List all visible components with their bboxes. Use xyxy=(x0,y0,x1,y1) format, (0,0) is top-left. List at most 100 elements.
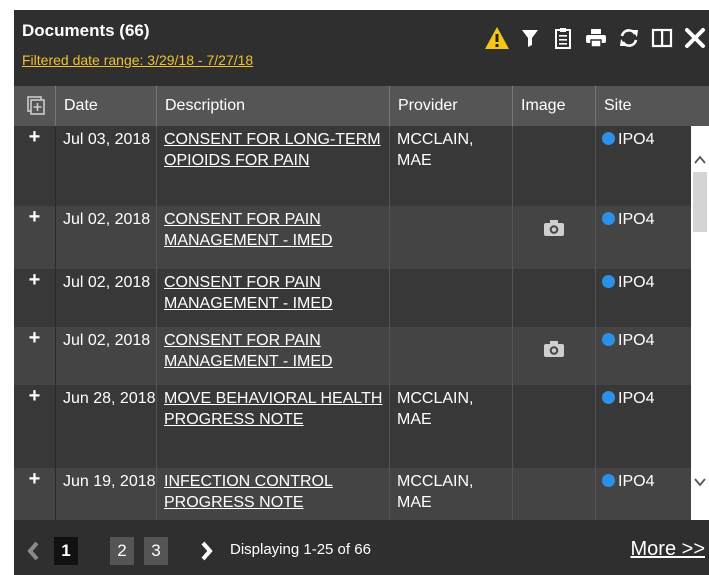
pagination-footer: 1 2 3 Displaying 1-25 of 66 More >> xyxy=(14,520,709,575)
scroll-up-icon[interactable] xyxy=(694,154,706,166)
image-cell xyxy=(513,385,596,468)
description-link[interactable]: CONSENT FOR LONG-TERM OPIOIDS FOR PAIN xyxy=(164,131,381,169)
column-header-site[interactable]: Site xyxy=(596,86,709,126)
table-row[interactable]: + Jun 28, 2018 MOVE BEHAVIORAL HEALTH PR… xyxy=(14,385,691,468)
site-cell: IPO4 xyxy=(596,206,691,269)
site-cell: IPO4 xyxy=(596,126,691,206)
filtered-date-range-link[interactable]: Filtered date range: 3/29/18 - 7/27/18 xyxy=(22,52,253,68)
date-text: Jun 28, 2018 xyxy=(63,390,156,407)
table-row[interactable]: + Jul 03, 2018 CONSENT FOR LONG-TERM OPI… xyxy=(14,126,691,206)
site-status-dot xyxy=(602,132,615,145)
documents-panel: Documents (66) Filtered date range: 3/29… xyxy=(14,10,709,575)
column-header-date[interactable]: Date xyxy=(56,86,157,126)
date-text: Jul 02, 2018 xyxy=(63,332,151,349)
provider-cell: MCCLAIN, MAE xyxy=(390,468,513,520)
image-cell xyxy=(513,126,596,206)
table-row[interactable]: + Jun 19, 2018 INFECTION CONTROL PROGRES… xyxy=(14,468,691,520)
description-cell: INFECTION CONTROL PROGRESS NOTE xyxy=(157,468,390,520)
expand-row-button[interactable]: + xyxy=(14,269,56,327)
description-cell: CONSENT FOR LONG-TERM OPIOIDS FOR PAIN xyxy=(157,126,390,206)
date-cell: Jul 02, 2018 xyxy=(56,269,157,327)
image-cell xyxy=(513,206,596,269)
provider-cell: MCCLAIN, MAE xyxy=(390,385,513,468)
expand-row-button[interactable]: + xyxy=(14,385,56,468)
description-link[interactable]: INFECTION CONTROL PROGRESS NOTE xyxy=(164,473,333,511)
table-row[interactable]: + Jul 02, 2018 CONSENT FOR PAIN MANAGEME… xyxy=(14,327,691,385)
scrollbar-thumb[interactable] xyxy=(693,172,707,232)
site-text: IPO4 xyxy=(618,390,655,407)
image-cell xyxy=(513,327,596,385)
previous-page-button[interactable] xyxy=(24,537,44,565)
description-cell: MOVE BEHAVIORAL HEALTH PROGRESS NOTE xyxy=(157,385,390,468)
site-status-dot xyxy=(602,275,615,288)
site-cell: IPO4 xyxy=(596,385,691,468)
refresh-icon[interactable] xyxy=(615,21,643,55)
column-header-provider[interactable]: Provider xyxy=(390,86,513,126)
site-cell: IPO4 xyxy=(596,468,691,520)
more-link[interactable]: More >> xyxy=(631,538,705,561)
page-1-button[interactable]: 1 xyxy=(54,537,78,565)
filter-icon[interactable] xyxy=(516,21,544,55)
camera-icon[interactable] xyxy=(542,341,566,363)
expand-row-button[interactable]: + xyxy=(14,327,56,385)
camera-icon[interactable] xyxy=(542,220,566,242)
close-icon[interactable] xyxy=(681,21,709,55)
provider-cell: MCCLAIN, MAE xyxy=(390,126,513,206)
clipboard-icon[interactable] xyxy=(549,21,577,55)
date-cell: Jul 02, 2018 xyxy=(56,327,157,385)
date-text: Jul 03, 2018 xyxy=(63,131,151,148)
description-link[interactable]: CONSENT FOR PAIN MANAGEMENT - IMED xyxy=(164,211,333,249)
description-link[interactable]: CONSENT FOR PAIN MANAGEMENT - IMED xyxy=(164,274,333,312)
vertical-scrollbar[interactable] xyxy=(691,126,709,520)
date-text: Jul 02, 2018 xyxy=(63,274,151,291)
date-cell: Jul 02, 2018 xyxy=(56,206,157,269)
documents-table-body: + Jul 03, 2018 CONSENT FOR LONG-TERM OPI… xyxy=(14,126,691,520)
site-text: IPO4 xyxy=(618,211,655,228)
description-link[interactable]: CONSENT FOR PAIN MANAGEMENT - IMED xyxy=(164,332,333,370)
expand-row-button[interactable]: + xyxy=(14,206,56,269)
table-row[interactable]: + Jul 02, 2018 CONSENT FOR PAIN MANAGEME… xyxy=(14,206,691,269)
date-cell: Jun 19, 2018 xyxy=(56,468,157,520)
site-text: IPO4 xyxy=(618,332,655,349)
scroll-down-icon[interactable] xyxy=(694,476,706,488)
columns-icon[interactable] xyxy=(648,21,676,55)
next-page-button[interactable] xyxy=(196,537,218,565)
site-text: IPO4 xyxy=(618,131,655,148)
expand-row-button[interactable]: + xyxy=(14,468,56,520)
panel-title: Documents (66) xyxy=(22,21,150,40)
image-cell xyxy=(513,269,596,327)
warning-icon[interactable] xyxy=(483,21,511,55)
column-header-image[interactable]: Image xyxy=(513,86,596,126)
column-header-description[interactable]: Description xyxy=(157,86,390,126)
site-cell: IPO4 xyxy=(596,327,691,385)
date-text: Jul 02, 2018 xyxy=(63,211,151,228)
column-header-row: Date Description Provider Image Site xyxy=(14,86,709,126)
image-cell xyxy=(513,468,596,520)
date-cell: Jun 28, 2018 xyxy=(56,385,157,468)
table-row[interactable]: + Jul 02, 2018 CONSENT FOR PAIN MANAGEME… xyxy=(14,269,691,327)
site-cell: IPO4 xyxy=(596,269,691,327)
provider-cell xyxy=(390,206,513,269)
description-link[interactable]: MOVE BEHAVIORAL HEALTH PROGRESS NOTE xyxy=(164,390,382,428)
panel-header: Documents (66) Filtered date range: 3/29… xyxy=(14,10,709,86)
site-text: IPO4 xyxy=(618,473,655,490)
expand-all-icon[interactable] xyxy=(14,86,56,126)
description-cell: CONSENT FOR PAIN MANAGEMENT - IMED xyxy=(157,206,390,269)
provider-cell xyxy=(390,327,513,385)
site-status-dot xyxy=(602,333,615,346)
description-cell: CONSENT FOR PAIN MANAGEMENT - IMED xyxy=(157,327,390,385)
provider-cell xyxy=(390,269,513,327)
description-cell: CONSENT FOR PAIN MANAGEMENT - IMED xyxy=(157,269,390,327)
page-3-button[interactable]: 3 xyxy=(144,537,168,565)
site-status-dot xyxy=(602,391,615,404)
site-status-dot xyxy=(602,212,615,225)
site-text: IPO4 xyxy=(618,274,655,291)
pagination-status: Displaying 1-25 of 66 xyxy=(230,541,371,558)
date-cell: Jul 03, 2018 xyxy=(56,126,157,206)
print-icon[interactable] xyxy=(582,21,610,55)
toolbar xyxy=(478,20,709,56)
page-2-button[interactable]: 2 xyxy=(110,537,134,565)
date-text: Jun 19, 2018 xyxy=(63,473,156,490)
site-status-dot xyxy=(602,474,615,487)
expand-row-button[interactable]: + xyxy=(14,126,56,206)
